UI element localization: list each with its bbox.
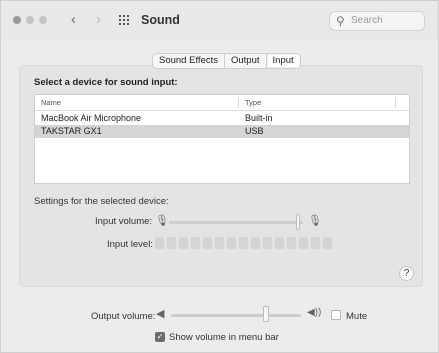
table-header: Name Type <box>35 95 409 111</box>
window-title: Sound <box>141 13 180 27</box>
table-row[interactable]: TAKSTAR GX1 USB <box>35 125 409 138</box>
column-divider <box>238 97 239 108</box>
forward-button[interactable]: › <box>96 12 101 28</box>
level-segment <box>275 237 284 249</box>
speaker-high-icon: ◀)) <box>307 307 322 318</box>
column-header-name[interactable]: Name <box>41 98 61 107</box>
tab-bar: Sound Effects Output Input <box>152 53 301 69</box>
output-volume-slider[interactable] <box>171 314 301 317</box>
show-volume-label[interactable]: Show volume in menu bar <box>169 332 279 343</box>
minimize-button[interactable] <box>26 16 34 24</box>
device-name: TAKSTAR GX1 <box>41 126 102 136</box>
column-header-type[interactable]: Type <box>245 98 261 107</box>
input-volume-label: Input volume: <box>95 216 153 227</box>
help-button[interactable]: ? <box>399 266 414 281</box>
level-segment <box>311 237 320 249</box>
sound-preferences-window: ‹ › Sound ⚲ Search Sound Effects Output … <box>0 0 439 353</box>
tab-input[interactable]: Input <box>266 54 300 68</box>
level-segment <box>323 237 332 249</box>
level-segment <box>215 237 224 249</box>
level-segment <box>299 237 308 249</box>
title-bar: ‹ › Sound ⚲ Search <box>1 1 438 41</box>
level-segment <box>203 237 212 249</box>
device-type: Built-in <box>245 113 273 123</box>
table-row[interactable]: MacBook Air Microphone Built-in <box>35 112 409 125</box>
input-level-meter <box>155 237 335 249</box>
output-volume-label: Output volume: <box>91 311 156 322</box>
mute-checkbox[interactable] <box>331 310 341 320</box>
select-device-label: Select a device for sound input: <box>34 77 178 88</box>
level-segment <box>251 237 260 249</box>
device-type: USB <box>245 126 264 136</box>
level-segment <box>179 237 188 249</box>
input-volume-slider[interactable] <box>169 221 303 224</box>
input-volume-knob[interactable] <box>295 214 300 230</box>
search-icon: ⚲ <box>336 14 345 28</box>
level-segment <box>287 237 296 249</box>
tab-sound-effects[interactable]: Sound Effects <box>153 54 225 68</box>
search-placeholder: Search <box>351 15 383 26</box>
level-segment <box>155 237 164 249</box>
grid-icon[interactable] <box>119 15 131 25</box>
input-level-label: Input level: <box>107 239 153 250</box>
device-name: MacBook Air Microphone <box>41 113 142 123</box>
level-segment <box>191 237 200 249</box>
level-segment <box>167 237 176 249</box>
settings-label: Settings for the selected device: <box>34 196 169 207</box>
microphone-low-icon: 🎙 <box>155 215 169 227</box>
speaker-low-icon: ◀ <box>156 308 165 320</box>
level-segment <box>227 237 236 249</box>
tab-output[interactable]: Output <box>225 54 267 68</box>
search-input[interactable]: ⚲ Search <box>329 11 425 31</box>
show-volume-checkbox[interactable]: ✓ <box>155 332 165 342</box>
output-volume-knob[interactable] <box>262 306 269 322</box>
device-table: Name Type MacBook Air Microphone Built-i… <box>34 94 410 184</box>
microphone-high-icon: 🎙 <box>308 215 322 227</box>
zoom-button[interactable] <box>39 16 47 24</box>
level-segment <box>239 237 248 249</box>
mute-label[interactable]: Mute <box>346 311 367 322</box>
column-divider <box>395 97 396 108</box>
back-button[interactable]: ‹ <box>71 12 76 28</box>
close-button[interactable] <box>13 16 21 24</box>
level-segment <box>263 237 272 249</box>
